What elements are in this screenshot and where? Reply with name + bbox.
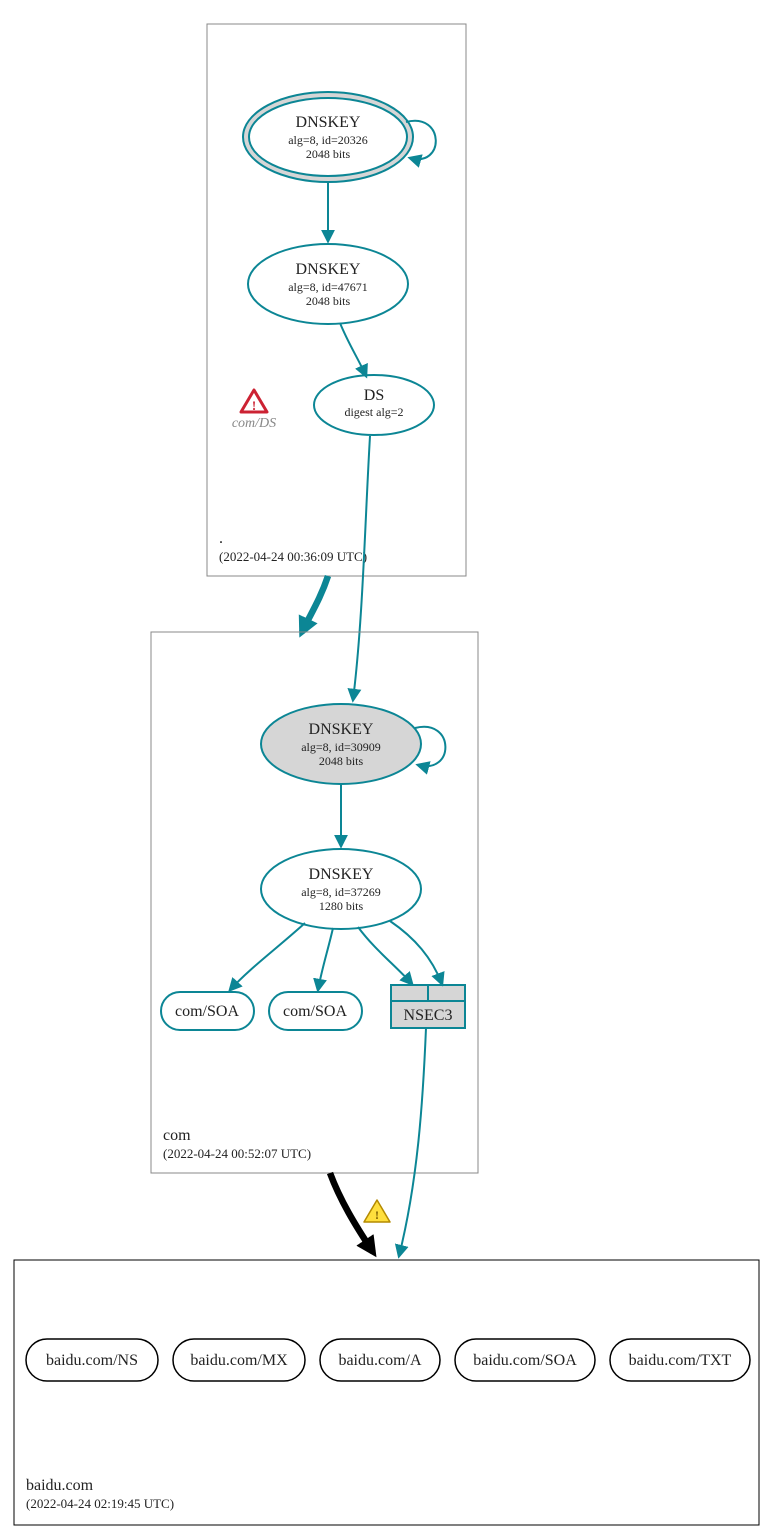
dnsviz-graph: . (2022-04-24 00:36:09 UTC) DNSKEY alg=8… bbox=[0, 0, 773, 1540]
root-zsk-l3: 2048 bits bbox=[306, 294, 351, 308]
node-baidu-mx[interactable]: baidu.com/MX bbox=[173, 1339, 305, 1381]
zone-root-label: . bbox=[219, 530, 223, 547]
nsec3-title: NSEC3 bbox=[404, 1007, 453, 1024]
node-root-ds[interactable]: DS digest alg=2 bbox=[314, 375, 434, 435]
root-ds-l2: digest alg=2 bbox=[344, 405, 403, 419]
baidu-a-title: baidu.com/A bbox=[338, 1352, 422, 1369]
node-baidu-ns[interactable]: baidu.com/NS bbox=[26, 1339, 158, 1381]
baidu-txt-title: baidu.com/TXT bbox=[629, 1352, 732, 1369]
com-ksk-l3: 2048 bits bbox=[319, 754, 364, 768]
baidu-soa-title: baidu.com/SOA bbox=[473, 1352, 577, 1369]
edge-root-to-com bbox=[302, 576, 328, 632]
error-icon: ! bbox=[252, 398, 256, 413]
zone-root-timestamp: (2022-04-24 00:36:09 UTC) bbox=[219, 549, 367, 564]
root-ksk-title: DNSKEY bbox=[296, 114, 361, 131]
root-ksk-l2: alg=8, id=20326 bbox=[288, 133, 368, 147]
zone-baidu: baidu.com (2022-04-24 02:19:45 UTC) bbox=[14, 1260, 759, 1525]
com-ksk-title: DNSKEY bbox=[309, 721, 374, 738]
root-zsk-l2: alg=8, id=47671 bbox=[288, 280, 368, 294]
edge-ds-comksk bbox=[353, 436, 370, 700]
edge-rootzsk-ds bbox=[340, 323, 366, 376]
com-soa1-title: com/SOA bbox=[175, 1003, 239, 1020]
zone-baidu-label: baidu.com bbox=[26, 1477, 94, 1494]
node-com-ksk[interactable]: DNSKEY alg=8, id=30909 2048 bits bbox=[261, 704, 421, 784]
com-zsk-l2: alg=8, id=37269 bbox=[301, 885, 381, 899]
com-zsk-l3: 1280 bits bbox=[319, 899, 364, 913]
zone-com-label: com bbox=[163, 1127, 191, 1144]
root-ds-title: DS bbox=[364, 387, 384, 404]
baidu-ns-title: baidu.com/NS bbox=[46, 1352, 138, 1369]
node-nsec3[interactable]: NSEC3 bbox=[391, 985, 465, 1028]
edge-comzsk-nsec3-a bbox=[358, 927, 412, 984]
warning-delegation[interactable]: ! bbox=[364, 1200, 390, 1222]
edge-comzsk-nsec3-b bbox=[390, 921, 442, 984]
node-com-soa-2[interactable]: com/SOA bbox=[269, 992, 362, 1030]
node-root-ksk[interactable]: DNSKEY alg=8, id=20326 2048 bits bbox=[243, 92, 413, 182]
com-zsk-title: DNSKEY bbox=[309, 866, 374, 883]
error-label: com/DS bbox=[232, 416, 276, 431]
edge-comzsk-soa1 bbox=[230, 923, 305, 990]
zone-com-timestamp: (2022-04-24 00:52:07 UTC) bbox=[163, 1146, 311, 1161]
com-ksk-l2: alg=8, id=30909 bbox=[301, 740, 381, 754]
node-root-zsk[interactable]: DNSKEY alg=8, id=47671 2048 bits bbox=[248, 244, 408, 324]
com-soa2-title: com/SOA bbox=[283, 1003, 347, 1020]
edge-comzsk-soa2 bbox=[318, 928, 333, 990]
warning-icon: ! bbox=[375, 1208, 379, 1222]
edge-nsec3-baidu bbox=[399, 1028, 426, 1256]
error-com-ds[interactable]: ! com/DS bbox=[232, 390, 276, 431]
node-baidu-txt[interactable]: baidu.com/TXT bbox=[610, 1339, 750, 1381]
root-ksk-l3: 2048 bits bbox=[306, 147, 351, 161]
edge-com-to-baidu bbox=[330, 1173, 373, 1252]
baidu-mx-title: baidu.com/MX bbox=[190, 1352, 288, 1369]
node-baidu-soa[interactable]: baidu.com/SOA bbox=[455, 1339, 595, 1381]
node-com-zsk[interactable]: DNSKEY alg=8, id=37269 1280 bits bbox=[261, 849, 421, 929]
root-zsk-title: DNSKEY bbox=[296, 261, 361, 278]
node-com-soa-1[interactable]: com/SOA bbox=[161, 992, 254, 1030]
zone-baidu-timestamp: (2022-04-24 02:19:45 UTC) bbox=[26, 1496, 174, 1511]
node-baidu-a[interactable]: baidu.com/A bbox=[320, 1339, 440, 1381]
